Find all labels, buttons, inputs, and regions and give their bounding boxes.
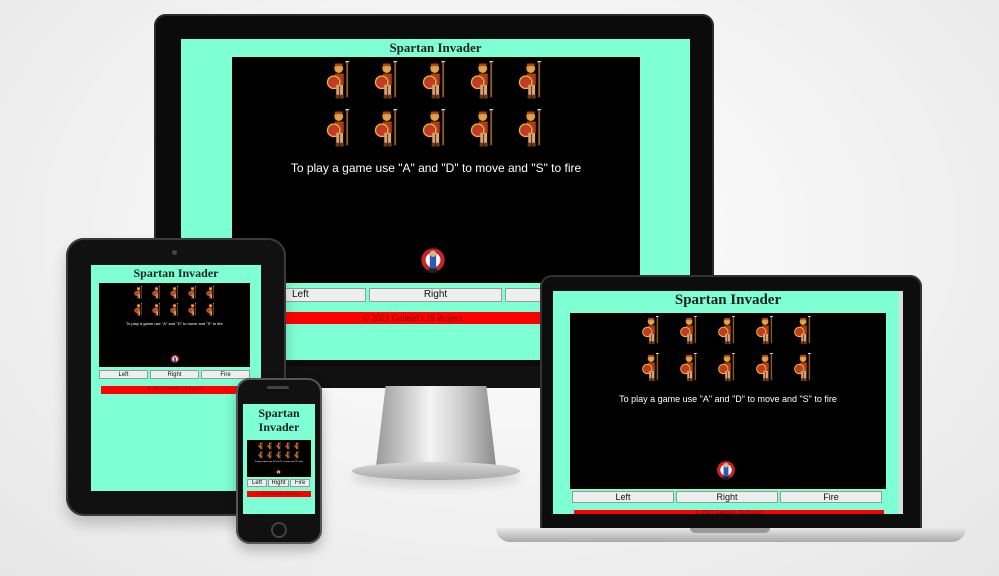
spartan-warrior-icon — [187, 286, 199, 300]
spartan-warrior-icon — [169, 286, 181, 300]
laptop-screen: Spartan Invader To play a game use "A" a… — [553, 291, 903, 514]
player-ship-icon[interactable] — [420, 243, 446, 277]
right-button[interactable]: Right — [369, 288, 502, 302]
page-title: Spartan Invader — [389, 40, 482, 55]
spartan-warrior-icon — [755, 353, 777, 383]
instructions-text: To play a game use "A" and "D" to move a… — [290, 161, 582, 175]
spartan-warrior-icon — [420, 109, 452, 149]
spartan-warrior-icon — [468, 109, 500, 149]
spartan-warrior-icon — [793, 353, 815, 383]
spartan-warrior-icon — [372, 61, 404, 101]
footer: © 2021 Gabriel's JS Project — [285, 312, 540, 324]
player-ship-icon[interactable] — [276, 469, 281, 475]
invader-row — [232, 61, 640, 101]
page-title-line: Spartan — [258, 406, 300, 420]
spartan-warrior-icon — [679, 316, 701, 346]
instructions-text: To play a game use "A" and "D" to move a… — [254, 461, 304, 463]
phone-home-button — [271, 522, 287, 538]
spartan-warrior-icon — [133, 286, 145, 300]
spartan-warrior-icon — [516, 109, 548, 149]
controls: Left Right Fire — [99, 370, 250, 379]
spartan-warrior-icon — [516, 61, 548, 101]
game-board: To play a game use "A" and "D" to move a… — [570, 313, 886, 489]
spartan-warrior-icon — [169, 303, 181, 317]
invader-row — [570, 316, 886, 346]
fire-button[interactable]: Fire — [290, 479, 310, 487]
spartan-warrior-icon — [372, 109, 404, 149]
page-title: Spartan Invader — [133, 266, 219, 280]
spartan-warrior-icon — [133, 303, 145, 317]
spartan-warrior-icon — [793, 316, 815, 346]
page-title: Spartan Invader — [243, 406, 315, 434]
invader-row — [570, 353, 886, 383]
spartan-warrior-icon — [641, 316, 663, 346]
left-button[interactable]: Left — [247, 479, 267, 487]
footer: © 2021 Gabriel's JS Project — [247, 491, 311, 497]
page-title: Spartan Invader — [674, 292, 782, 308]
spartan-warrior-icon — [717, 353, 739, 383]
right-button[interactable]: Right — [268, 479, 289, 487]
spartan-warrior-icon — [717, 316, 739, 346]
left-button[interactable]: Left — [99, 370, 148, 379]
spartan-warrior-icon — [151, 286, 163, 300]
spartan-warrior-icon — [205, 286, 217, 300]
spartan-warrior-icon — [324, 61, 356, 101]
player-ship-icon[interactable] — [716, 457, 736, 483]
player-ship-icon[interactable] — [170, 353, 180, 365]
fire-button[interactable]: Fire — [780, 491, 882, 503]
footer: © 2021 Gabriel's JS Project — [574, 510, 884, 514]
spartan-warrior-icon — [294, 451, 300, 459]
tablet-camera — [172, 250, 177, 255]
spartan-warrior-icon — [267, 451, 273, 459]
invader-row — [247, 451, 311, 459]
spartan-warrior-icon — [187, 303, 199, 317]
phone-screen: Spartan Invader To play a game use "A" a… — [243, 404, 315, 514]
spartan-warrior-icon — [258, 451, 264, 459]
spartan-warrior-icon — [276, 451, 282, 459]
monitor-stand-base — [352, 462, 520, 480]
page-title-line: Invader — [258, 420, 300, 434]
fire-button[interactable]: Fire — [505, 288, 543, 302]
spartan-warrior-icon — [258, 442, 264, 450]
spartan-warrior-icon — [324, 109, 356, 149]
left-button[interactable]: Left — [572, 491, 674, 503]
footer: © 2021 Gabriel's JS Project — [101, 386, 249, 394]
game-board: To play a game use "A" and "D" to move a… — [232, 57, 640, 283]
spartan-warrior-icon — [285, 451, 291, 459]
spartan-warrior-icon — [679, 353, 701, 383]
fire-button[interactable]: Fire — [201, 370, 250, 379]
invader-row — [232, 109, 640, 149]
spartan-warrior-icon — [641, 353, 663, 383]
laptop-notch — [690, 528, 770, 533]
game-board: To play a game use "A" and "D" to move a… — [247, 440, 311, 477]
scrollbar[interactable] — [899, 291, 903, 514]
invader-row — [99, 303, 250, 317]
left-button[interactable]: Left — [285, 288, 366, 302]
spartan-warrior-icon — [755, 316, 777, 346]
right-button[interactable]: Right — [676, 491, 778, 503]
spartan-warrior-icon — [420, 61, 452, 101]
game-board: To play a game use "A" and "D" to move a… — [99, 283, 250, 367]
spartan-warrior-icon — [285, 442, 291, 450]
instructions-text: To play a game use "A" and "D" to move a… — [126, 321, 223, 326]
invader-row — [247, 442, 311, 450]
spartan-warrior-icon — [468, 61, 500, 101]
right-button[interactable]: Right — [150, 370, 199, 379]
instructions-text: To play a game use "A" and "D" to move a… — [619, 394, 837, 404]
controls: Left Right Fire — [285, 288, 543, 302]
spartan-warrior-icon — [205, 303, 217, 317]
invader-row — [99, 286, 250, 300]
monitor-stand — [376, 386, 496, 466]
phone-speaker — [267, 386, 289, 389]
spartan-warrior-icon — [276, 442, 282, 450]
spartan-warrior-icon — [267, 442, 273, 450]
spartan-warrior-icon — [151, 303, 163, 317]
controls: Left Right Fire — [572, 491, 882, 503]
spartan-warrior-icon — [294, 442, 300, 450]
controls: Left Right Fire — [247, 479, 310, 487]
